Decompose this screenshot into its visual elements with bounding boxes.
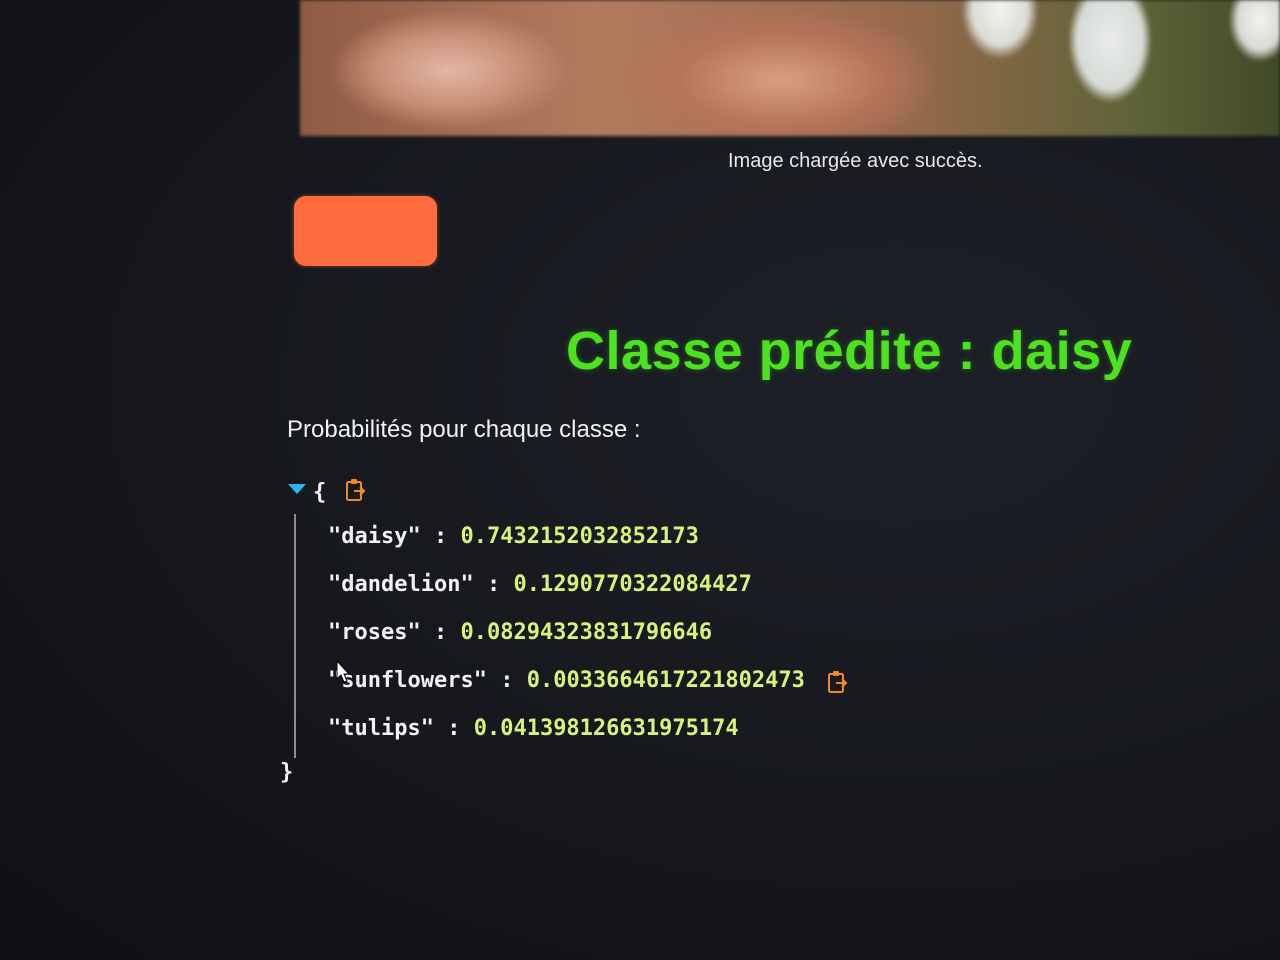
json-row-roses: "roses" : 0.08294323831796646 (328, 620, 712, 645)
predicted-class-heading: Classe prédite : daisy (566, 321, 1133, 381)
clipboard-copy-icon[interactable] (344, 478, 366, 502)
json-open-brace: { (313, 480, 327, 505)
json-value: 0.7432152032852173 (460, 524, 699, 549)
json-key: "sunflowers" (328, 668, 487, 693)
json-separator: : (420, 620, 461, 645)
json-viewer: { "daisy" : 0.7432152032852173 "dandelio… (280, 474, 980, 804)
caret-down-icon[interactable] (288, 484, 306, 494)
json-value: 0.041398126631975174 (473, 716, 739, 741)
json-row-dandelion: "dandelion" : 0.1290770322084427 (328, 572, 752, 597)
probabilities-label: Probabilités pour chaque classe : (287, 416, 641, 443)
image-caption: Image chargée avec succès. (728, 150, 983, 172)
json-key: "tulips" (328, 716, 434, 741)
json-row-daisy: "daisy" : 0.7432152032852173 (328, 524, 699, 549)
json-separator: : (433, 716, 474, 741)
json-indent-guide (294, 514, 296, 758)
json-key: "dandelion" (328, 572, 474, 597)
json-separator: : (420, 524, 461, 549)
json-row-sunflowers: "sunflowers" : 0.0033664617221802473 (328, 668, 848, 693)
json-close-brace: } (280, 760, 294, 785)
json-separator: : (486, 668, 527, 693)
clipboard-copy-icon[interactable] (826, 670, 848, 694)
json-value: 0.0033664617221802473 (526, 668, 805, 693)
mouse-pointer-icon (336, 660, 350, 683)
uploaded-flower-image (300, 0, 1280, 136)
json-key: "roses" (328, 620, 421, 645)
predict-button[interactable] (294, 196, 437, 266)
json-value: 0.1290770322084427 (513, 572, 752, 597)
json-value: 0.08294323831796646 (460, 620, 713, 645)
streamlit-app: Image chargée avec succès. Classe prédit… (0, 0, 1280, 960)
json-row-tulips: "tulips" : 0.041398126631975174 (328, 716, 739, 741)
json-separator: : (473, 572, 514, 597)
json-key: "daisy" (328, 524, 421, 549)
